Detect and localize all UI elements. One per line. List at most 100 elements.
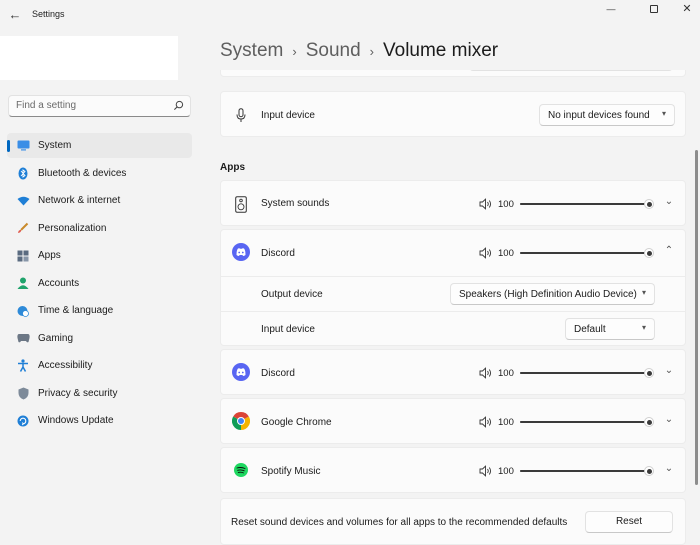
sidebar-nav: System Bluetooth & devices Network & int… [7, 133, 192, 436]
app-card-discord-expanded: Discord 100 ⌃ Output device Speakers (Hi… [220, 229, 686, 346]
update-icon [16, 414, 30, 428]
sidebar-item-personalization[interactable]: Personalization [7, 216, 192, 241]
app-row: Google Chrome 100 ⌄ [221, 399, 686, 445]
discord-icon [232, 243, 250, 261]
globe-clock-icon [16, 304, 30, 318]
divider [221, 311, 686, 312]
search-input[interactable] [16, 100, 166, 111]
collapse-chevron-icon[interactable]: ⌃ [663, 245, 675, 256]
app-card-spotify-music: Spotify Music 100 ⌄ [220, 447, 686, 493]
volume-value: 100 [498, 417, 514, 428]
close-button[interactable]: ✕ [672, 2, 700, 18]
sidebar-item-label: Bluetooth & devices [38, 167, 127, 179]
reset-card: Reset sound devices and volumes for all … [220, 498, 686, 545]
volume-value: 100 [498, 368, 514, 379]
expand-chevron-icon[interactable]: ⌄ [663, 196, 675, 207]
search-box[interactable] [8, 95, 191, 117]
sidebar-item-accessibility[interactable]: Accessibility [7, 353, 192, 378]
sidebar-item-accounts[interactable]: Accounts [7, 271, 192, 296]
app-card-google-chrome: Google Chrome 100 ⌄ [220, 398, 686, 444]
volume-slider-fill [520, 372, 649, 374]
sidebar-item-gaming[interactable]: Gaming [7, 326, 192, 351]
breadcrumb-sound[interactable]: Sound [306, 40, 361, 62]
expand-chevron-icon[interactable]: ⌄ [663, 414, 675, 425]
sidebar-item-bluetooth[interactable]: Bluetooth & devices [7, 161, 192, 186]
divider [221, 276, 686, 277]
app-name: System sounds [261, 198, 330, 209]
sidebar-item-network[interactable]: Network & internet [7, 188, 192, 213]
shield-icon [16, 386, 30, 400]
input-device-label: Input device [261, 110, 315, 121]
sidebar-item-label: Privacy & security [38, 387, 118, 399]
breadcrumb-separator: › [369, 43, 374, 59]
maximize-button[interactable] [639, 2, 669, 18]
volume-slider-fill [520, 252, 649, 254]
sidebar-item-windows-update[interactable]: Windows Update [7, 408, 192, 433]
search-icon[interactable] [173, 100, 184, 111]
output-device-card-partial [220, 70, 686, 77]
breadcrumb-separator: › [292, 43, 297, 59]
breadcrumb: System › Sound › Volume mixer [220, 38, 498, 64]
app-row: System sounds 100 ⌄ [221, 181, 686, 227]
volume-icon[interactable] [479, 367, 493, 379]
volume-slider-thumb[interactable] [644, 368, 654, 378]
chevron-down-icon: ▾ [641, 323, 646, 332]
volume-slider[interactable] [520, 248, 654, 258]
output-device-label: Output device [261, 289, 323, 300]
close-icon: ✕ [682, 3, 692, 15]
app-name: Spotify Music [261, 466, 321, 477]
title-bar: ← Settings — ✕ [0, 0, 700, 32]
volume-slider[interactable] [520, 368, 654, 378]
volume-icon[interactable] [479, 247, 493, 259]
volume-control: 100 [479, 465, 659, 479]
input-device-card: Input device No input devices found ▾ [220, 91, 686, 137]
app-name: Google Chrome [261, 417, 332, 428]
app-name: Discord [261, 368, 295, 379]
volume-slider-thumb[interactable] [644, 199, 654, 209]
output-device-select[interactable]: Speakers (High Definition Audio Device) … [450, 283, 655, 305]
app-row: Discord 100 ⌃ [221, 230, 686, 276]
app-row: Discord 100 ⌄ [221, 350, 686, 396]
expand-chevron-icon[interactable]: ⌄ [663, 365, 675, 376]
sidebar-item-apps[interactable]: Apps [7, 243, 192, 268]
volume-slider-thumb[interactable] [644, 248, 654, 258]
volume-slider-thumb[interactable] [644, 466, 654, 476]
input-device-value: No input devices found [548, 110, 650, 121]
volume-icon[interactable] [479, 416, 493, 428]
volume-icon[interactable] [479, 198, 493, 210]
input-device-select[interactable]: Default ▾ [565, 318, 655, 340]
volume-value: 100 [498, 466, 514, 477]
sidebar-item-label: Network & internet [38, 195, 121, 206]
volume-slider-fill [520, 470, 649, 472]
microphone-icon [232, 106, 250, 124]
sidebar-item-system[interactable]: System [7, 133, 192, 158]
sidebar-item-privacy[interactable]: Privacy & security [7, 381, 192, 406]
scrollbar[interactable] [695, 150, 698, 485]
output-device-select-partial[interactable] [469, 70, 673, 71]
sidebar-item-time-language[interactable]: Time & language [7, 298, 192, 323]
input-device-select[interactable]: No input devices found ▾ [539, 104, 675, 126]
gamepad-icon [16, 331, 30, 345]
back-arrow-icon: ← [8, 7, 22, 22]
sidebar-item-label: System [38, 140, 72, 151]
volume-slider-thumb[interactable] [644, 417, 654, 427]
minimize-icon: — [606, 4, 616, 14]
discord-icon [232, 363, 250, 381]
back-button[interactable]: ← [6, 6, 24, 24]
volume-control: 100 [479, 367, 659, 381]
volume-slider[interactable] [520, 466, 654, 476]
breadcrumb-system[interactable]: System [220, 40, 283, 62]
expand-chevron-icon[interactable]: ⌄ [663, 463, 675, 474]
system-icon [16, 139, 30, 153]
volume-slider[interactable] [520, 199, 654, 209]
profile-card[interactable] [0, 36, 178, 80]
volume-slider-fill [520, 203, 649, 205]
minimize-button[interactable]: — [596, 2, 626, 18]
person-icon [16, 276, 30, 290]
volume-icon[interactable] [479, 465, 493, 477]
volume-slider[interactable] [520, 417, 654, 427]
reset-button[interactable]: Reset [585, 511, 673, 533]
volume-value: 100 [498, 248, 514, 259]
input-device-label: Input device [261, 324, 315, 335]
sidebar-item-label: Windows Update [38, 415, 114, 426]
